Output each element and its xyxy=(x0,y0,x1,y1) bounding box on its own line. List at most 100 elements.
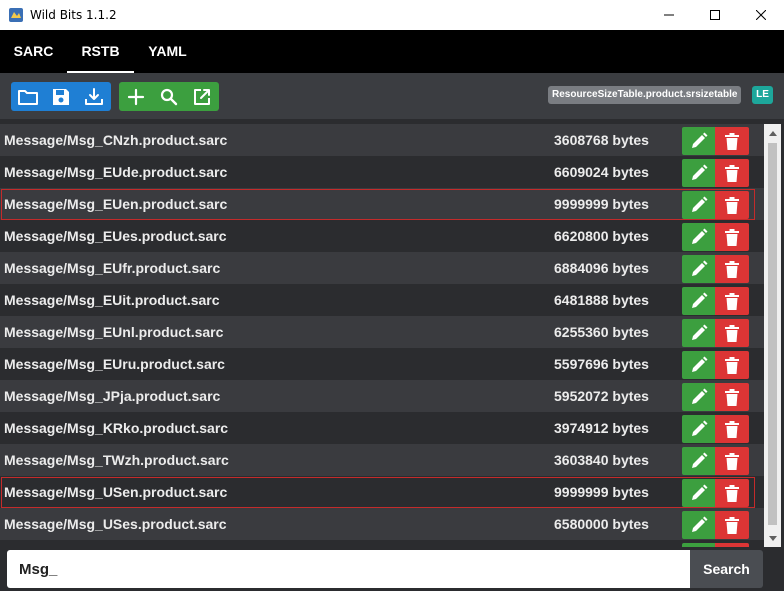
entry-size: 6620800 bytes xyxy=(554,228,649,244)
edit-entry-button[interactable] xyxy=(682,287,715,315)
entry-size: 6255360 bytes xyxy=(554,324,649,340)
app-logo-icon xyxy=(9,8,23,22)
edit-entry-button[interactable] xyxy=(682,127,715,155)
delete-entry-button[interactable] xyxy=(715,191,749,219)
entry-size: 5952072 bytes xyxy=(554,388,649,404)
table-row[interactable]: Message/Msg_EUnl.product.sarc 6255360 byt… xyxy=(0,316,764,348)
minimize-button[interactable] xyxy=(646,0,692,30)
search-icon xyxy=(160,88,178,105)
table-row[interactable]: Message/Msg_JPja.product.sarc 5952072 byt… xyxy=(0,380,764,412)
save-icon xyxy=(52,88,69,105)
trash-icon xyxy=(725,292,739,310)
pencil-icon xyxy=(691,292,707,308)
delete-entry-button[interactable] xyxy=(715,447,749,475)
save-as-button[interactable] xyxy=(78,82,111,111)
pencil-icon xyxy=(691,324,707,340)
search-bar: Search xyxy=(0,547,784,591)
edit-entry-button[interactable] xyxy=(682,255,715,283)
entry-size: 3608768 bytes xyxy=(554,132,649,148)
entry-size: 9999999 bytes xyxy=(554,196,649,212)
app-window: Wild Bits 1.1.2 SARC RSTB YAML ResourceS… xyxy=(0,0,784,591)
table-row[interactable]: Message/Msg_EUfr.product.sarc 6884096 byt… xyxy=(0,252,764,284)
trash-icon xyxy=(725,516,739,534)
delete-entry-button[interactable] xyxy=(715,255,749,283)
scroll-up-button[interactable] xyxy=(764,124,781,141)
tab-sarc[interactable]: SARC xyxy=(0,30,67,73)
trash-icon xyxy=(725,324,739,342)
open-button[interactable] xyxy=(11,82,44,111)
scroll-down-button[interactable] xyxy=(764,530,781,547)
entry-name: Message/Msg_EUen.product.sarc xyxy=(4,196,228,212)
maximize-icon xyxy=(710,10,720,20)
edit-entry-button[interactable] xyxy=(682,447,715,475)
folder-open-icon xyxy=(17,89,38,105)
tab-rstb[interactable]: RSTB xyxy=(67,30,134,73)
pencil-icon xyxy=(691,164,707,180)
save-button[interactable] xyxy=(44,82,77,111)
edit-entry-button[interactable] xyxy=(682,479,715,507)
pencil-icon xyxy=(691,228,707,244)
table-row[interactable]: Message/Msg_EUru.product.sarc 5597696 byt… xyxy=(0,348,764,380)
vertical-scrollbar[interactable] xyxy=(764,124,781,547)
table-row-partial xyxy=(0,540,764,547)
entry-name: Message/Msg_USen.product.sarc xyxy=(4,484,228,500)
table-row[interactable]: Message/Msg_EUes.product.sarc 6620800 byt… xyxy=(0,220,764,252)
export-button[interactable] xyxy=(186,82,219,111)
table-row[interactable]: Message/Msg_EUit.product.sarc 6481888 byt… xyxy=(0,284,764,316)
title-bar: Wild Bits 1.1.2 xyxy=(0,0,784,30)
delete-entry-button[interactable] xyxy=(715,287,749,315)
edit-entry-button[interactable] xyxy=(682,159,715,187)
entry-size: 6481888 bytes xyxy=(554,292,649,308)
trash-icon xyxy=(725,452,739,470)
table-row[interactable]: Message/Msg_USes.product.sarc 6580000 byt… xyxy=(0,508,764,540)
delete-entry-button[interactable] xyxy=(715,415,749,443)
entry-list: Message/Msg_CNzh.product.sarc 3608768 byt… xyxy=(0,124,764,547)
edit-entry-button[interactable] xyxy=(682,319,715,347)
edit-entry-button[interactable] xyxy=(682,511,715,539)
entry-name: Message/Msg_EUes.product.sarc xyxy=(4,228,227,244)
edit-entry-button[interactable] xyxy=(682,351,715,379)
edit-entry-button[interactable] xyxy=(682,415,715,443)
entry-button-group xyxy=(119,82,219,111)
entry-size: 6609024 bytes xyxy=(554,164,649,180)
entry-name: Message/Msg_KRko.product.sarc xyxy=(4,420,229,436)
entry-name: Message/Msg_TWzh.product.sarc xyxy=(4,452,229,468)
add-entry-button[interactable] xyxy=(119,82,152,111)
delete-entry-button[interactable] xyxy=(715,319,749,347)
maximize-button[interactable] xyxy=(692,0,738,30)
delete-entry-button[interactable] xyxy=(715,223,749,251)
search-button[interactable]: Search xyxy=(690,550,763,588)
table-row[interactable]: Message/Msg_EUen.product.sarc 9999999 byt… xyxy=(0,188,764,220)
trash-icon xyxy=(725,260,739,278)
edit-entry-button[interactable] xyxy=(682,223,715,251)
chevron-down-icon xyxy=(768,535,777,541)
scrollbar-thumb[interactable] xyxy=(768,143,777,525)
delete-entry-button[interactable] xyxy=(715,383,749,411)
external-link-icon xyxy=(194,88,211,105)
trash-icon xyxy=(725,356,739,374)
delete-entry-button[interactable] xyxy=(715,351,749,379)
delete-entry-button[interactable] xyxy=(715,479,749,507)
close-icon xyxy=(756,10,766,20)
table-row[interactable]: Message/Msg_USen.product.sarc 9999999 byt… xyxy=(0,476,764,508)
delete-entry-button[interactable] xyxy=(715,511,749,539)
tab-yaml[interactable]: YAML xyxy=(134,30,201,73)
pencil-icon xyxy=(691,132,707,148)
close-button[interactable] xyxy=(738,0,784,30)
edit-entry-button[interactable] xyxy=(682,383,715,411)
file-button-group xyxy=(11,82,111,111)
search-entry-button[interactable] xyxy=(152,82,185,111)
table-row[interactable]: Message/Msg_KRko.product.sarc 3974912 byt… xyxy=(0,412,764,444)
pencil-icon xyxy=(691,388,707,404)
entry-name: Message/Msg_EUru.product.sarc xyxy=(4,356,225,372)
delete-entry-button[interactable] xyxy=(715,159,749,187)
delete-entry-button[interactable] xyxy=(715,127,749,155)
download-icon xyxy=(85,87,104,105)
edit-entry-button[interactable] xyxy=(682,191,715,219)
table-row[interactable]: Message/Msg_TWzh.product.sarc 3603840 byt… xyxy=(0,444,764,476)
trash-icon xyxy=(725,388,739,406)
table-row[interactable]: Message/Msg_EUde.product.sarc 6609024 byt… xyxy=(0,156,764,188)
entry-name: Message/Msg_JPja.product.sarc xyxy=(4,388,221,404)
table-row[interactable]: Message/Msg_CNzh.product.sarc 3608768 byt… xyxy=(0,124,764,156)
search-input[interactable] xyxy=(7,550,690,588)
